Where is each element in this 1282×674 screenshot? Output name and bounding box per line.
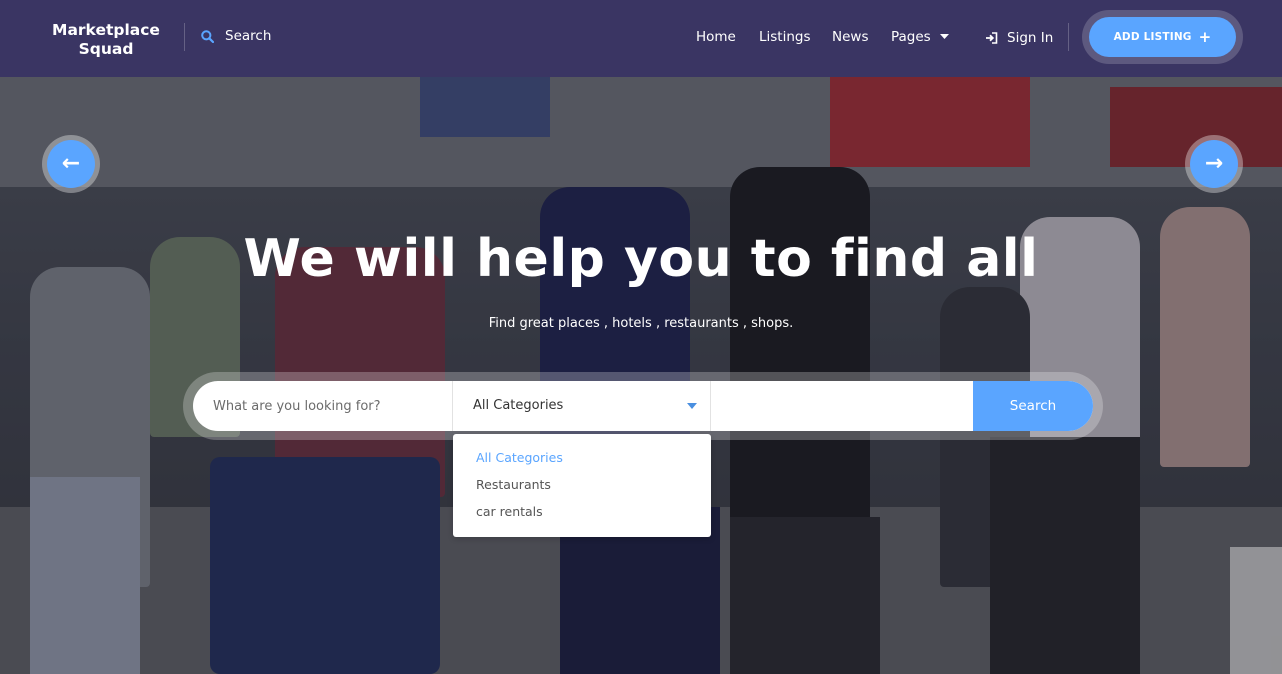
category-option-all[interactable]: All Categories bbox=[453, 450, 711, 477]
header-divider bbox=[184, 23, 185, 51]
category-select[interactable]: All Categories bbox=[452, 381, 711, 431]
location-input[interactable] bbox=[711, 381, 973, 431]
arrow-right-icon: → bbox=[1204, 151, 1224, 176]
hero-section: ← → We will help you to find all Find gr… bbox=[0, 77, 1282, 674]
site-logo[interactable]: Marketplace Squad bbox=[40, 21, 172, 59]
sign-in-icon bbox=[986, 32, 998, 44]
header-divider bbox=[1068, 23, 1069, 51]
site-header: Marketplace Squad Search Home Listings N… bbox=[0, 0, 1282, 77]
add-listing-button[interactable]: ADD LISTING + bbox=[1089, 17, 1236, 57]
header-search-label: Search bbox=[225, 28, 272, 44]
search-button[interactable]: Search bbox=[973, 381, 1093, 431]
add-listing-label: ADD LISTING bbox=[1113, 31, 1192, 43]
keyword-input[interactable] bbox=[193, 381, 452, 431]
category-option-car-rentals[interactable]: car rentals bbox=[453, 504, 711, 531]
next-slide-button[interactable]: → bbox=[1190, 140, 1238, 188]
arrow-left-icon: ← bbox=[61, 151, 81, 176]
header-search[interactable]: Search bbox=[201, 28, 271, 44]
nav-home[interactable]: Home bbox=[696, 29, 736, 45]
prev-slide-button[interactable]: ← bbox=[47, 140, 95, 188]
logo-line-1: Marketplace bbox=[52, 21, 160, 39]
nav-pages-label: Pages bbox=[891, 29, 931, 45]
plus-icon: + bbox=[1198, 28, 1212, 46]
search-icon bbox=[201, 29, 214, 43]
hero-subline: Find great places , hotels , restaurants… bbox=[488, 316, 794, 331]
sign-in-link[interactable]: Sign In bbox=[985, 30, 1053, 46]
logo-line-2: Squad bbox=[78, 40, 134, 58]
hero-headline: We will help you to find all bbox=[243, 229, 1039, 289]
category-dropdown: All Categories Restaurants car rentals bbox=[453, 434, 711, 537]
nav-pages[interactable]: Pages bbox=[891, 29, 949, 45]
nav-news[interactable]: News bbox=[832, 29, 868, 45]
category-option-restaurants[interactable]: Restaurants bbox=[453, 477, 711, 504]
chevron-down-icon bbox=[687, 403, 697, 409]
category-selected: All Categories bbox=[473, 398, 564, 413]
search-bar: All Categories Search bbox=[193, 381, 1093, 431]
sign-in-label: Sign In bbox=[1007, 30, 1054, 46]
nav-listings[interactable]: Listings bbox=[759, 29, 811, 45]
chevron-down-icon bbox=[939, 34, 949, 39]
